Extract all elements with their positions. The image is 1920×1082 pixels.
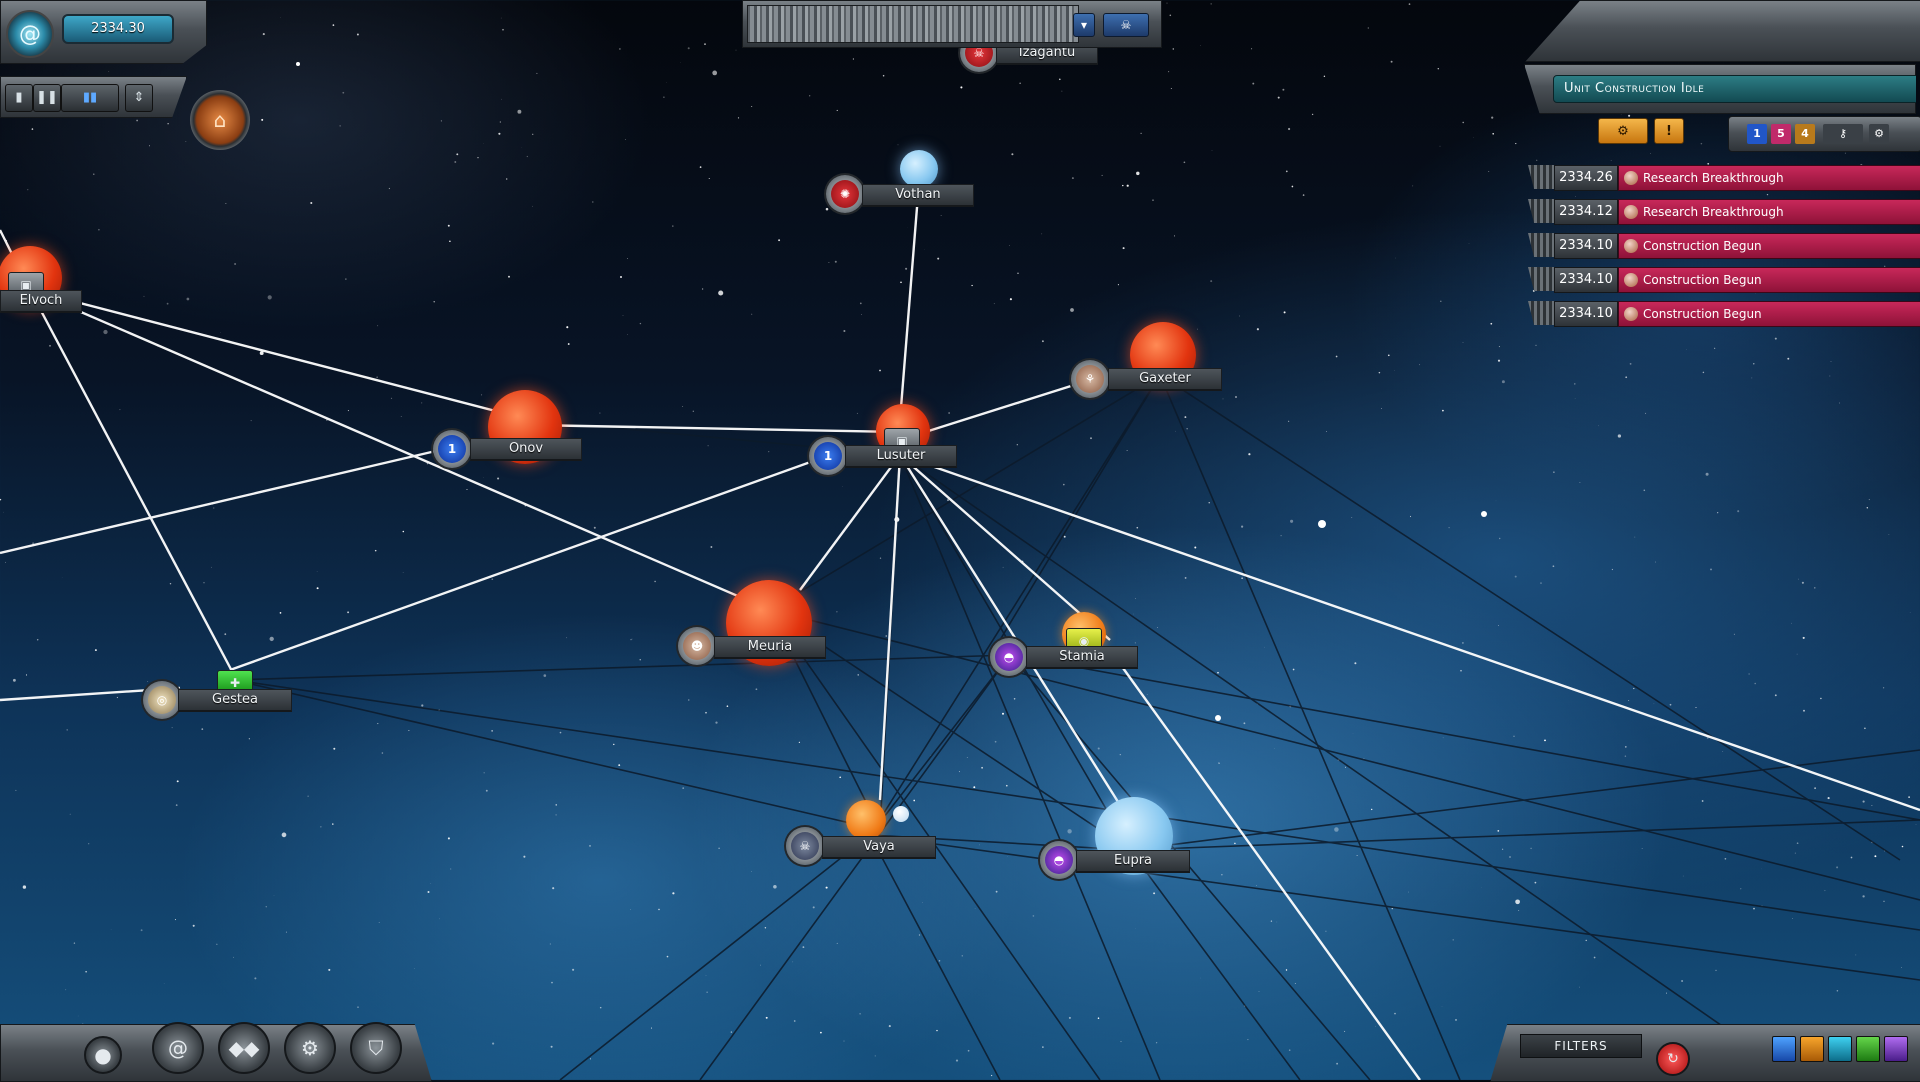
vothan-owner-badge[interactable]: ✺ xyxy=(826,175,864,213)
fleet-summary-tray: 1 5 4 ⚷ ⚙ xyxy=(1728,116,1920,152)
game-speed-bar: ▮ ❚❚ ▮▮ ⇕ xyxy=(0,76,187,118)
notification-message: Construction Begun xyxy=(1618,233,1920,259)
speed-bars-icon[interactable]: ▮▮ xyxy=(61,84,119,112)
system-name-label: Eupra xyxy=(1076,850,1190,873)
starlane-map xyxy=(0,0,1920,1080)
notification-row[interactable]: 2334.10 Construction Begun xyxy=(1528,301,1918,325)
notification-row[interactable]: 2334.26 Research Breakthrough xyxy=(1528,165,1918,189)
key-icon[interactable]: ⚷ xyxy=(1823,124,1863,144)
notification-date: 2334.10 xyxy=(1554,233,1618,259)
gear-icon[interactable]: ⚙ xyxy=(284,1022,336,1074)
unit-construction-panel[interactable]: Unit Construction Idle xyxy=(1524,64,1916,114)
system-name-label: Gestea xyxy=(178,689,292,712)
record-icon[interactable]: ● xyxy=(84,1036,122,1074)
onov-fleet-badge[interactable]: 1 xyxy=(433,430,471,468)
major-starlanes xyxy=(0,195,1920,1080)
chevron-down-icon[interactable]: ▾ xyxy=(1073,13,1095,37)
eupra-owner-badge[interactable]: ◓ xyxy=(1040,841,1078,879)
system-name-label: Stamia xyxy=(1026,646,1138,669)
speed-slow-icon[interactable]: ▮ xyxy=(5,84,33,112)
unit-construction-status: Unit Construction Idle xyxy=(1553,75,1920,103)
gaxeter-owner-badge[interactable]: ⚘ xyxy=(1071,360,1109,398)
research-alert-button[interactable]: ⚙ xyxy=(1598,118,1648,144)
notification-message: Research Breakthrough xyxy=(1618,199,1920,225)
shield-icon[interactable]: ⛉ xyxy=(350,1022,402,1074)
galaxy-swirl-icon[interactable]: @ xyxy=(6,10,54,58)
system-name-label: Onov xyxy=(470,438,582,461)
filter-resources-icon[interactable] xyxy=(1800,1036,1824,1062)
filters-button[interactable]: FILTERS xyxy=(1520,1034,1642,1058)
system-name-label: Vaya xyxy=(822,836,936,859)
vaya-owner-badge[interactable]: ☠ xyxy=(786,827,824,865)
notification-message: Construction Begun xyxy=(1618,267,1920,293)
planet-vaya[interactable] xyxy=(846,800,886,840)
moon-vaya[interactable] xyxy=(893,806,909,822)
minor-starlanes xyxy=(234,375,1920,1080)
system-name-label: Gaxeter xyxy=(1108,368,1222,391)
fleet-count-blue[interactable]: 1 xyxy=(1747,124,1767,144)
skull-emblem-icon: ☠ xyxy=(791,832,819,860)
notification-date: 2334.10 xyxy=(1554,267,1618,293)
meuria-owner-badge[interactable]: ☻ xyxy=(678,627,716,665)
notification-date: 2334.12 xyxy=(1554,199,1618,225)
notification-date: 2334.10 xyxy=(1554,301,1618,327)
filter-anomalies-icon[interactable] xyxy=(1856,1036,1880,1062)
triskelion-emblem-icon: ✺ xyxy=(831,180,859,208)
panel-grill xyxy=(747,5,1079,43)
galaxy-swirl-icon[interactable]: @ xyxy=(152,1022,204,1074)
lusuter-fleet-badge[interactable]: 1 xyxy=(809,437,847,475)
creature-emblem-icon: ⚘ xyxy=(1076,365,1104,393)
filter-empire-icon[interactable] xyxy=(1884,1036,1908,1062)
race-emblem-icon: ◓ xyxy=(1045,846,1073,874)
planet-vothan[interactable] xyxy=(900,150,938,188)
system-name-label: Meuria xyxy=(714,636,826,659)
system-name-label: Vothan xyxy=(862,184,974,207)
empire-overview-button[interactable]: ⌂ xyxy=(190,90,250,150)
fleet-count-icon: 1 xyxy=(814,442,842,470)
system-name-label: Elvoch xyxy=(0,290,82,313)
alert-icon[interactable]: ! xyxy=(1654,118,1684,144)
gear-icon[interactable]: ⚙ xyxy=(1869,124,1889,144)
gestea-owner-badge[interactable]: ◎ xyxy=(143,681,181,719)
notification-row[interactable]: 2334.12 Research Breakthrough xyxy=(1528,199,1918,223)
race-emblem-icon: ◓ xyxy=(995,643,1023,671)
fleet-count-orange[interactable]: 4 xyxy=(1795,124,1815,144)
reset-filter-icon[interactable]: ↻ xyxy=(1656,1042,1690,1076)
race-emblem-icon: ☻ xyxy=(683,632,711,660)
filter-planets-icon[interactable] xyxy=(1828,1036,1852,1062)
fleet-count-icon: 1 xyxy=(438,435,466,463)
fleet-count-pink[interactable]: 5 xyxy=(1771,124,1791,144)
notification-date: 2334.26 xyxy=(1554,165,1618,191)
stamia-owner-badge[interactable]: ◓ xyxy=(990,638,1028,676)
notification-message: Construction Begun xyxy=(1618,301,1920,327)
filter-fleets-icon[interactable] xyxy=(1772,1036,1796,1062)
ring-emblem-icon: ◎ xyxy=(148,686,176,714)
speed-stepper-icon[interactable]: ⇕ xyxy=(125,84,153,112)
stardate-display: 2334.30 xyxy=(62,14,174,44)
notification-row[interactable]: 2334.10 Construction Begun xyxy=(1528,267,1918,291)
empire-emblem-button[interactable]: ☠ xyxy=(1103,13,1149,37)
notification-message: Research Breakthrough xyxy=(1618,165,1920,191)
diplomacy-icon[interactable]: ◆◆ xyxy=(218,1022,270,1074)
notification-row[interactable]: 2334.10 Construction Begun xyxy=(1528,233,1918,257)
system-name-label: Lusuter xyxy=(845,445,957,468)
top-right-hud xyxy=(1525,0,1920,62)
pause-icon[interactable]: ❚❚ xyxy=(33,84,61,112)
top-center-panel: ▾ ☠ xyxy=(742,0,1162,48)
